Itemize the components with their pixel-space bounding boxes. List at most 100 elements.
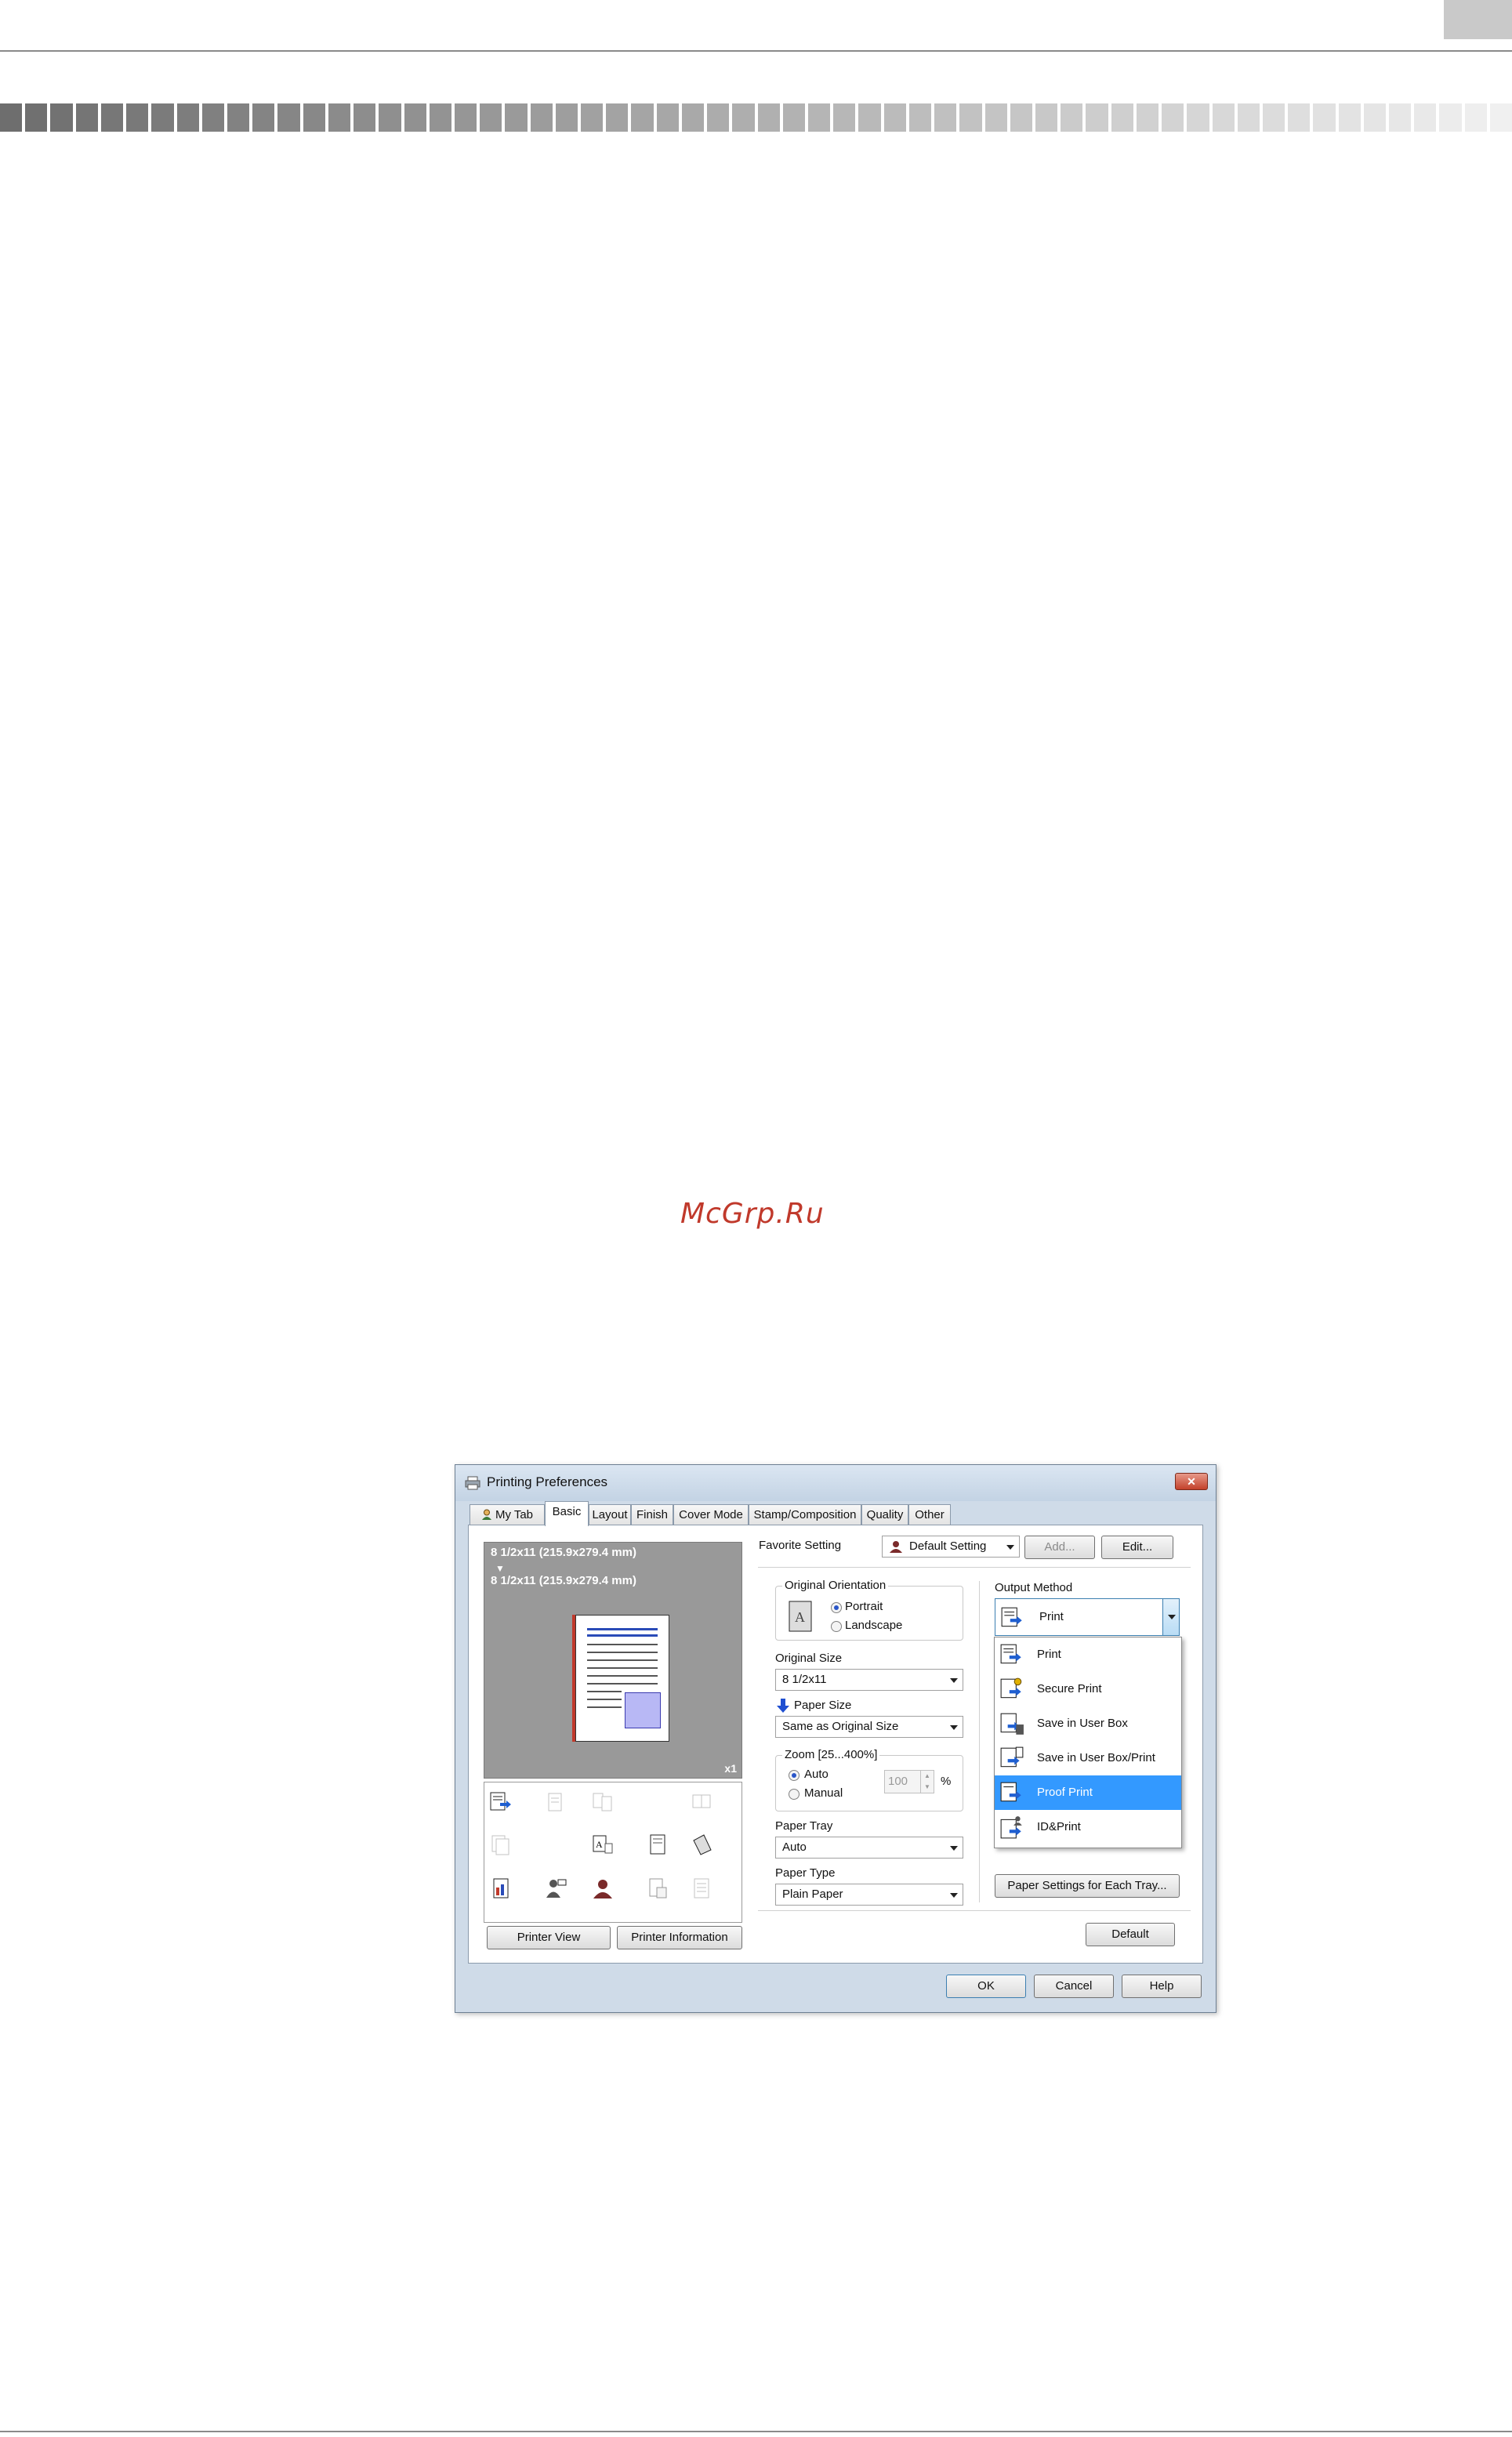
stripe-block (833, 103, 856, 132)
output-option-proof-print[interactable]: Proof Print (995, 1775, 1181, 1810)
zoom-label: Zoom [25...400%] (782, 1748, 880, 1761)
output-option-save-in-user-box-print[interactable]: Save in User Box/Print (995, 1741, 1181, 1775)
tab-my-tab[interactable]: My Tab (470, 1504, 545, 1525)
paper-size-label: Paper Size (794, 1699, 852, 1712)
printer-icon (465, 1476, 480, 1490)
copies-icon[interactable] (489, 1833, 513, 1856)
edit-button[interactable]: Edit... (1101, 1536, 1173, 1559)
id-print-icon (1000, 1816, 1022, 1839)
rotate-icon[interactable]: A (591, 1833, 615, 1856)
output-option-print[interactable]: Print (995, 1637, 1181, 1672)
cancel-button[interactable]: Cancel (1034, 1975, 1114, 1998)
overlay-icon[interactable] (690, 1877, 713, 1900)
cover-sheet-icon[interactable] (646, 1877, 669, 1900)
output-method-select[interactable]: Print (995, 1598, 1180, 1636)
booklet-icon[interactable] (690, 1790, 713, 1814)
output-method-dropdown-list: Print Secure Print Save in User Box Save… (994, 1637, 1182, 1848)
output-option-id-print[interactable]: ID&Print (995, 1810, 1181, 1844)
duplex-icon[interactable] (544, 1790, 567, 1814)
staple-icon[interactable] (646, 1833, 669, 1856)
copies-readout: x1 (724, 1762, 737, 1775)
paper-settings-each-tray-button[interactable]: Paper Settings for Each Tray... (995, 1874, 1180, 1898)
paper-type-select[interactable]: Plain Paper (775, 1884, 963, 1906)
zoom-auto-radio[interactable] (789, 1770, 800, 1781)
tab-cover-mode[interactable]: Cover Mode (673, 1504, 749, 1525)
stripe-block (404, 103, 426, 132)
watermark: McGrp.Ru (680, 1198, 825, 1230)
function-icon-panel: A (484, 1782, 742, 1923)
zoom-group: Zoom [25...400%] Auto Manual 100 ▲ ▼ % (775, 1748, 963, 1811)
print-preview: 8 1/2x11 (215.9x279.4 mm) ▼ 8 1/2x11 (21… (484, 1542, 742, 1779)
chevron-down-icon (1006, 1545, 1014, 1550)
close-button[interactable]: ✕ (1175, 1473, 1208, 1490)
zoom-value: 100 (888, 1775, 908, 1788)
combination-icon[interactable] (591, 1790, 615, 1814)
print-output-icon (1001, 1607, 1022, 1627)
portrait-label: Portrait (845, 1600, 883, 1613)
header-stripe-bar (0, 103, 1512, 132)
help-button[interactable]: Help (1122, 1975, 1202, 1998)
add-button[interactable]: Add... (1024, 1536, 1095, 1559)
stripe-block (126, 103, 149, 132)
landscape-radio[interactable] (831, 1621, 842, 1632)
landscape-label: Landscape (845, 1619, 903, 1632)
account-track-icon[interactable] (591, 1877, 615, 1900)
paper-type-value: Plain Paper (782, 1888, 843, 1901)
punch-icon[interactable] (690, 1833, 713, 1856)
print-output-icon[interactable] (489, 1790, 513, 1814)
favorite-setting-select[interactable]: Default Setting (882, 1536, 1020, 1558)
portrait-radio[interactable] (831, 1602, 842, 1613)
paper-tray-value: Auto (782, 1840, 807, 1854)
paper-tray-select[interactable]: Auto (775, 1837, 963, 1859)
stripe-block (782, 103, 805, 132)
paper-size-readout: 8 1/2x11 (215.9x279.4 mm) (491, 1574, 636, 1587)
chevron-down-icon (950, 1846, 958, 1851)
stripe-block (1237, 103, 1260, 132)
title-bar[interactable]: Printing Preferences ✕ (455, 1465, 1216, 1501)
tab-stamp-composition[interactable]: Stamp/Composition (749, 1504, 861, 1525)
zoom-auto-label: Auto (804, 1768, 829, 1781)
zoom-stepper[interactable]: 100 ▲ ▼ (884, 1770, 934, 1793)
original-size-label: Original Size (775, 1652, 843, 1665)
output-method-label: Output Method (995, 1581, 1073, 1594)
stepper-arrows-icon[interactable]: ▲ ▼ (920, 1771, 934, 1793)
tab-other[interactable]: Other (908, 1504, 951, 1525)
stripe-block (277, 103, 300, 132)
ok-button[interactable]: OK (946, 1975, 1026, 1998)
stripe-block (201, 103, 224, 132)
stripe-block (1212, 103, 1235, 132)
tab-quality[interactable]: Quality (861, 1504, 908, 1525)
stripe-block (454, 103, 477, 132)
dropdown-toggle[interactable] (1162, 1599, 1179, 1635)
printer-view-button[interactable]: Printer View (487, 1926, 611, 1949)
tab-basic[interactable]: Basic (545, 1501, 589, 1526)
tab-finish[interactable]: Finish (631, 1504, 673, 1525)
stripe-block (681, 103, 705, 132)
print-output-icon (1000, 1644, 1021, 1664)
stripe-block (25, 103, 48, 132)
original-size-value: 8 1/2x11 (782, 1673, 827, 1686)
stripe-block (757, 103, 780, 132)
quality-icon[interactable] (489, 1877, 513, 1900)
preview-rule (587, 1628, 658, 1630)
portrait-page-icon: A (789, 1601, 812, 1632)
output-option-secure-print[interactable]: Secure Print (995, 1672, 1181, 1706)
default-button[interactable]: Default (1086, 1923, 1175, 1946)
stripe-block (1338, 103, 1361, 132)
option-label: Save in User Box (1037, 1717, 1128, 1730)
zoom-manual-label: Manual (804, 1786, 843, 1800)
preview-rule (587, 1652, 658, 1653)
output-option-save-in-user-box[interactable]: Save in User Box (995, 1706, 1181, 1741)
svg-text:A: A (795, 1609, 805, 1625)
favorite-setting-label: Favorite Setting (759, 1539, 842, 1552)
favorite-setting-value: Default Setting (909, 1539, 987, 1553)
tab-layout[interactable]: Layout (589, 1504, 631, 1525)
printer-information-button[interactable]: Printer Information (617, 1926, 742, 1949)
page-corner-tab (1444, 0, 1512, 39)
paper-size-select[interactable]: Same as Original Size (775, 1716, 963, 1738)
user-auth-icon[interactable] (544, 1877, 567, 1900)
original-size-select[interactable]: 8 1/2x11 (775, 1669, 963, 1691)
zoom-manual-radio[interactable] (789, 1789, 800, 1800)
stripe-block (1187, 103, 1209, 132)
paper-type-label: Paper Type (775, 1866, 836, 1880)
